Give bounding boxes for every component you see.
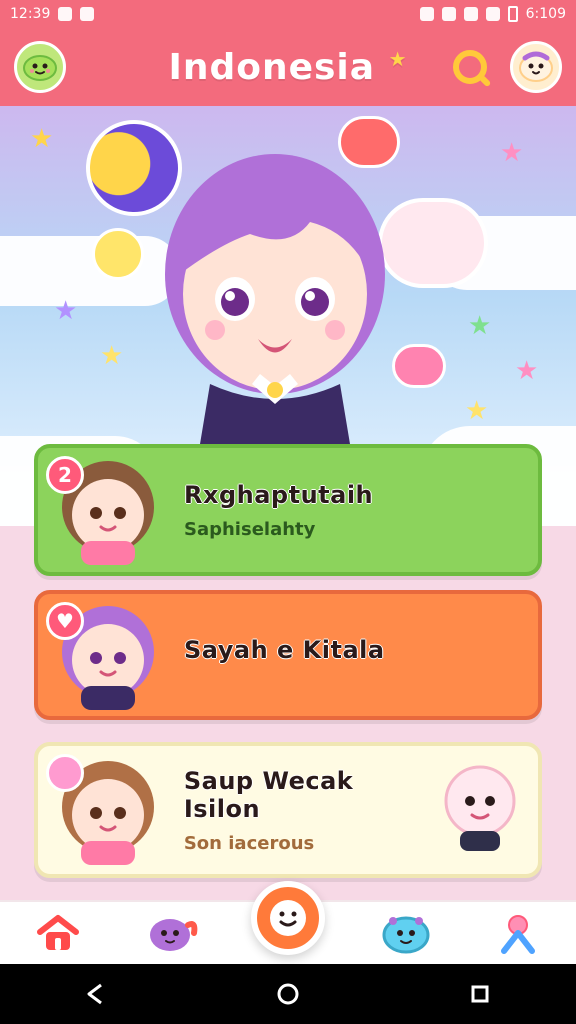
nav-chat-button[interactable] — [374, 901, 438, 965]
status-right: 6:109 — [419, 6, 566, 22]
wifi-icon — [463, 7, 478, 21]
status-left: 12:39 — [10, 6, 95, 22]
list-item-text: Sayah e Kitala — [184, 636, 385, 674]
center-action-button[interactable] — [251, 881, 325, 955]
home-icon — [37, 915, 79, 950]
profile-mascot-icon — [519, 51, 553, 82]
app-icon — [58, 7, 73, 21]
badge: ♥ — [46, 602, 84, 640]
pet-icon — [149, 919, 197, 951]
side-character-icon — [444, 765, 516, 851]
list-item-title: Sayah e Kitala — [184, 636, 385, 664]
back-icon — [87, 983, 102, 1005]
search-icon — [453, 50, 487, 84]
back-button[interactable] — [66, 964, 126, 1024]
list-item-title: Saup Wecak Isilon — [183, 766, 354, 823]
list-item-subtitle: Son iacerous — [183, 832, 315, 854]
chat-pet-icon — [382, 916, 429, 954]
page-title-text: Indonesia — [168, 46, 376, 88]
recents-icon — [471, 985, 489, 1003]
star-icon: ★ — [465, 396, 489, 426]
list-item-title: Rxghaptutaih — [184, 480, 374, 509]
nav-pet-button[interactable] — [139, 901, 203, 965]
mascot-icon[interactable] — [14, 41, 66, 93]
list-item-subtitle: Saphiselahty — [184, 518, 316, 540]
list-item[interactable]: 2 Rxghaptutaih Saphiselahty — [34, 444, 542, 576]
star-icon: ★ — [468, 311, 492, 341]
bluetooth-icon — [419, 7, 434, 21]
badge: 2 — [46, 456, 84, 494]
status-time: 12:39 — [10, 6, 51, 22]
status-bar: 12:39 6:109 — [0, 0, 576, 28]
profile-mascot-button[interactable] — [510, 41, 562, 93]
battery-text: 6:109 — [525, 6, 566, 22]
nav-profile-button[interactable] — [486, 901, 550, 965]
list-item[interactable]: Saup Wecak Isilon Son iacerous — [34, 742, 542, 878]
home-system-button[interactable] — [258, 964, 318, 1024]
profile-icon — [501, 915, 535, 954]
star-icon: ★ — [54, 296, 78, 326]
list-item-text: Rxghaptutaih Saphiselahty — [184, 481, 373, 540]
bottom-nav — [0, 881, 576, 965]
nav-home-button[interactable] — [26, 901, 90, 965]
vibrate-icon — [441, 7, 456, 21]
character-illustration — [165, 154, 385, 444]
smiley-icon — [270, 900, 306, 936]
star-icon: ★ — [30, 124, 54, 154]
search-button[interactable] — [444, 41, 496, 93]
battery-icon — [507, 6, 518, 22]
signal-icon — [485, 7, 500, 21]
app-bar: Indonesia ★ — [0, 28, 576, 106]
mascot-icon-svg — [23, 55, 57, 81]
badge — [46, 754, 84, 792]
star-icon: ★ — [500, 138, 524, 168]
side-character — [438, 761, 522, 859]
home-system-icon — [277, 983, 299, 1005]
sun-face-icon — [92, 228, 144, 280]
title-star: ★ — [388, 46, 408, 71]
star-icon: ★ — [100, 341, 124, 371]
list-item-text: Saup Wecak Isilon Son iacerous — [184, 767, 438, 854]
android-nav-bar — [0, 964, 576, 1024]
star-icon: ★ — [515, 356, 539, 386]
recents-button[interactable] — [450, 964, 510, 1024]
list-item[interactable]: ♥ Sayah e Kitala — [34, 590, 542, 720]
app-icon-2 — [80, 7, 95, 21]
